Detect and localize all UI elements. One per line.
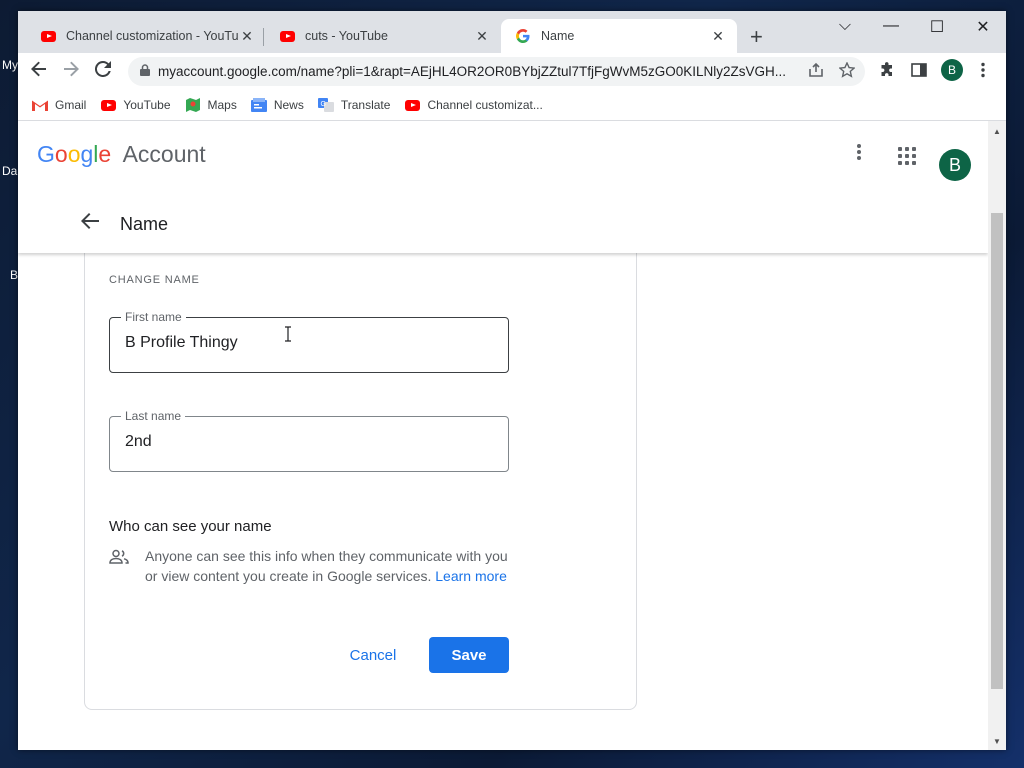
- tab-bar: Channel customization - YouTube ✕ cuts -…: [18, 11, 1006, 53]
- back-arrow-icon[interactable]: [81, 212, 99, 235]
- bookmark-label: Translate: [340, 98, 391, 112]
- bookmark-label: News: [273, 98, 304, 112]
- save-button[interactable]: Save: [429, 637, 509, 673]
- lock-icon[interactable]: [140, 64, 150, 79]
- browser-window: Channel customization - YouTube ✕ cuts -…: [18, 11, 1006, 750]
- url-text[interactable]: myaccount.google.com/name?pli=1&rapt=AEj…: [158, 64, 798, 79]
- new-tab-button[interactable]: +: [750, 24, 763, 50]
- account-label: Account: [122, 141, 206, 167]
- desktop-label: Da: [2, 164, 18, 178]
- visibility-description: Anyone can see this info when they commu…: [145, 546, 515, 586]
- youtube-icon: [100, 98, 116, 112]
- youtube-icon: [40, 28, 56, 44]
- tab-channel-customization[interactable]: Channel customization - YouTube ✕: [26, 19, 266, 53]
- people-icon: [109, 549, 129, 565]
- desktop-label: B: [10, 268, 19, 282]
- bookmark-translate[interactable]: G Translate: [317, 98, 391, 112]
- more-options-icon[interactable]: [856, 143, 862, 167]
- reload-icon[interactable]: [94, 60, 111, 82]
- first-name-label: First name: [121, 310, 186, 324]
- side-panel-icon[interactable]: [911, 62, 927, 83]
- extensions-icon[interactable]: [879, 62, 895, 83]
- close-tab-icon[interactable]: ✕: [709, 28, 727, 45]
- tab-cuts[interactable]: cuts - YouTube ✕: [265, 19, 501, 53]
- menu-dots-icon[interactable]: [980, 62, 986, 83]
- section-label: CHANGE NAME: [109, 274, 200, 286]
- first-name-field[interactable]: First name: [109, 310, 509, 373]
- profile-avatar[interactable]: B: [941, 59, 963, 81]
- google-account-logo[interactable]: Google Account: [37, 141, 206, 168]
- page-title: Name: [120, 214, 169, 234]
- page-content: Google Account B Name CHANGE NAME First …: [18, 121, 988, 750]
- first-name-input[interactable]: [125, 334, 485, 352]
- last-name-label: Last name: [121, 409, 186, 423]
- google-logo-text: Google: [37, 141, 112, 167]
- bookmark-gmail[interactable]: Gmail: [32, 98, 86, 112]
- google-icon: [515, 28, 531, 44]
- bookmark-label: Maps: [207, 98, 237, 112]
- share-icon[interactable]: [808, 62, 824, 83]
- bookmark-label: YouTube: [123, 98, 171, 112]
- bookmark-maps[interactable]: Maps: [185, 98, 237, 112]
- tab-name[interactable]: Name ✕: [501, 19, 737, 53]
- visibility-heading: Who can see your name: [109, 518, 272, 535]
- text-cursor-icon: [284, 326, 292, 347]
- tab-separator: [263, 28, 264, 46]
- cancel-button[interactable]: Cancel: [336, 637, 410, 673]
- bookmark-label: Channel customizat...: [427, 98, 543, 112]
- browser-toolbar: myaccount.google.com/name?pli=1&rapt=AEj…: [18, 53, 1006, 90]
- gmail-icon: [32, 98, 48, 112]
- desktop-label: My: [2, 58, 18, 72]
- svg-text:G: G: [320, 101, 325, 108]
- news-icon: [250, 98, 267, 112]
- bookmark-star-icon[interactable]: [838, 61, 856, 83]
- learn-more-link[interactable]: Learn more: [435, 568, 507, 584]
- youtube-icon: [279, 28, 295, 44]
- scroll-up-arrow-icon[interactable]: ▲: [993, 127, 1001, 136]
- bookmark-news[interactable]: News: [250, 98, 304, 112]
- translate-icon: G: [317, 98, 334, 112]
- youtube-icon: [404, 98, 420, 112]
- scroll-down-arrow-icon[interactable]: ▼: [993, 737, 1001, 746]
- bookmark-channel-customization[interactable]: Channel customizat...: [404, 98, 543, 112]
- last-name-input[interactable]: [125, 433, 485, 451]
- scrollbar-thumb[interactable]: [991, 213, 1003, 689]
- account-avatar[interactable]: B: [939, 149, 971, 181]
- google-apps-icon[interactable]: [898, 147, 916, 165]
- bookmark-youtube[interactable]: YouTube: [100, 98, 171, 112]
- account-header: Google Account B Name: [18, 121, 988, 253]
- address-bar[interactable]: myaccount.google.com/name?pli=1&rapt=AEj…: [128, 57, 865, 86]
- close-tab-icon[interactable]: ✕: [473, 28, 491, 45]
- last-name-field[interactable]: Last name: [109, 409, 509, 472]
- maximize-button[interactable]: ☐: [922, 17, 952, 37]
- back-arrow-icon[interactable]: [31, 61, 47, 82]
- tab-title: Name: [541, 29, 575, 43]
- close-window-button[interactable]: ✕: [968, 17, 998, 37]
- tab-title: cuts - YouTube: [305, 29, 388, 43]
- minimize-button[interactable]: —: [876, 17, 906, 35]
- bookmark-label: Gmail: [55, 98, 87, 112]
- maps-icon: [185, 98, 201, 112]
- close-tab-icon[interactable]: ✕: [238, 28, 256, 45]
- bookmarks-bar: Gmail YouTube Maps News G Translate Chan…: [18, 90, 1006, 121]
- tab-search-icon[interactable]: ⌵: [830, 17, 860, 35]
- tab-title: Channel customization - YouTube: [66, 29, 238, 43]
- forward-arrow-icon[interactable]: [63, 61, 79, 82]
